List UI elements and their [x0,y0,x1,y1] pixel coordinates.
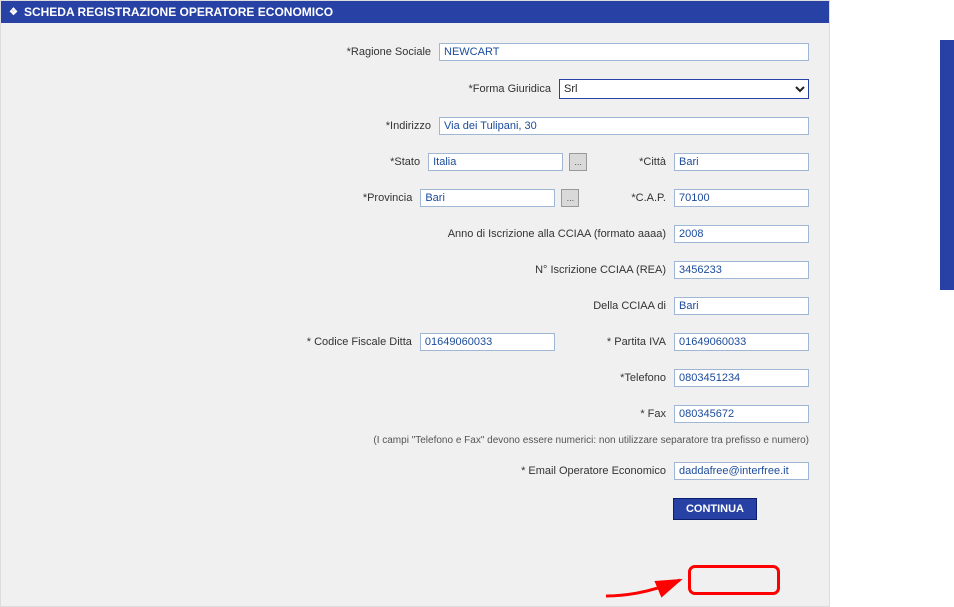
citta-input[interactable] [674,153,809,171]
anno-cciaa-input[interactable] [674,225,809,243]
cap-input[interactable] [674,189,809,207]
provincia-picker-button[interactable]: ... [561,189,579,207]
label-telefono: *Telefono [620,372,668,384]
form-body: *Ragione Sociale *Forma Giuridica Srl *I… [1,23,829,530]
email-input[interactable] [674,462,809,480]
forma-giuridica-select[interactable]: Srl [559,79,809,99]
label-provincia: *Provincia [363,192,415,204]
ragione-sociale-input[interactable] [439,43,809,61]
stato-input[interactable] [428,153,563,171]
partita-iva-input[interactable] [674,333,809,351]
telefono-input[interactable] [674,369,809,387]
label-n-cciaa: N° Iscrizione CCIAA (REA) [535,264,668,276]
label-stato: *Stato [390,156,422,168]
provincia-input[interactable] [420,189,555,207]
stato-picker-button[interactable]: ... [569,153,587,171]
label-forma-giuridica: *Forma Giuridica [468,83,553,95]
label-codice-fiscale: * Codice Fiscale Ditta [307,336,414,348]
label-della-cciaa: Della CCIAA di [593,300,668,312]
label-anno-cciaa: Anno di Iscrizione alla CCIAA (formato a… [448,228,668,240]
n-cciaa-input[interactable] [674,261,809,279]
panel-title: SCHEDA REGISTRAZIONE OPERATORE ECONOMICO [24,5,333,19]
right-stripe [940,40,954,290]
label-fax: * Fax [640,408,668,420]
label-cap: *C.A.P. [631,192,668,204]
codice-fiscale-input[interactable] [420,333,555,351]
header-toggle-icon: ❖ [9,7,18,18]
label-email: * Email Operatore Economico [521,465,668,477]
della-cciaa-input[interactable] [674,297,809,315]
fax-input[interactable] [674,405,809,423]
label-citta: *Città [639,156,668,168]
indirizzo-input[interactable] [439,117,809,135]
phone-fax-hint: (I campi "Telefono e Fax" devono essere … [21,435,809,446]
panel-header: ❖ SCHEDA REGISTRAZIONE OPERATORE ECONOMI… [1,1,829,23]
continua-button[interactable]: CONTINUA [673,498,757,520]
label-indirizzo: *Indirizzo [386,120,433,132]
form-panel: ❖ SCHEDA REGISTRAZIONE OPERATORE ECONOMI… [0,0,830,607]
label-ragione-sociale: *Ragione Sociale [347,46,433,58]
label-partita-iva: * Partita IVA [607,336,668,348]
